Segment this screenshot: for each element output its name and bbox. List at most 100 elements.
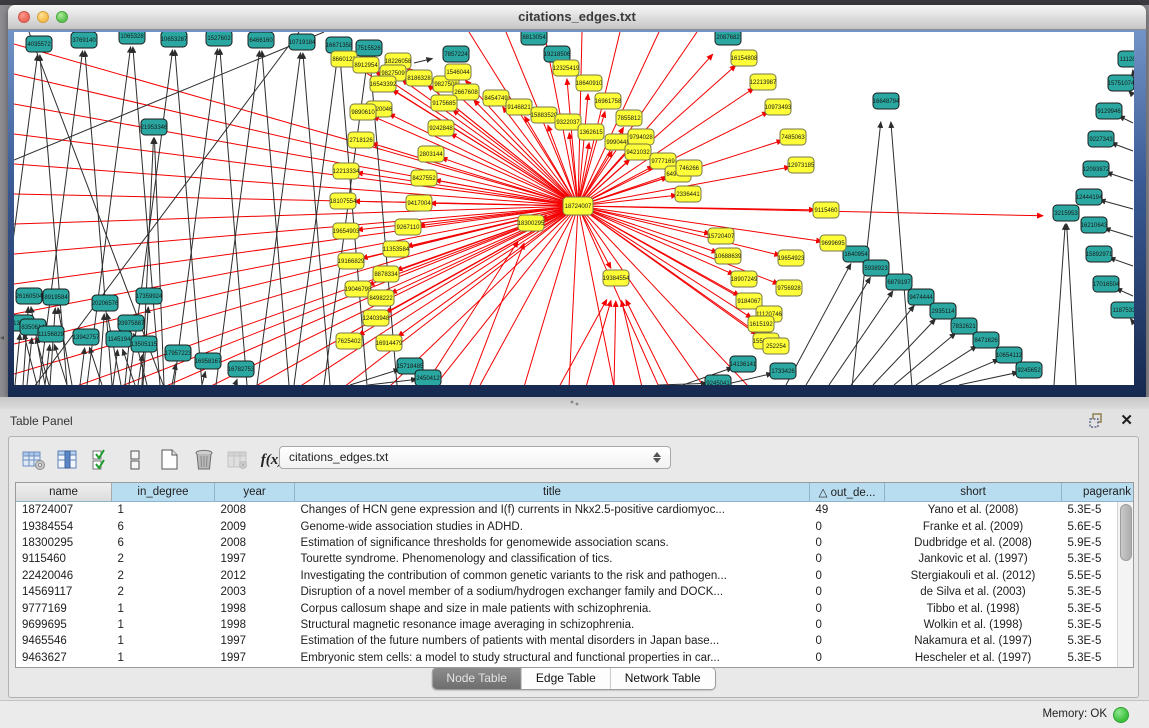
column-header-out-de-[interactable]: △ out_de... bbox=[810, 483, 885, 502]
graph-node[interactable]: 16210643 bbox=[1081, 217, 1108, 233]
graph-node[interactable]: 13505115 bbox=[131, 336, 158, 352]
graph-node[interactable]: 8454749 bbox=[483, 90, 509, 106]
graph-node[interactable]: 1145194 bbox=[106, 331, 132, 347]
graph-node[interactable]: 9474444 bbox=[908, 289, 934, 305]
panel-collapse-handle[interactable]: ◂ bbox=[0, 332, 6, 344]
graph-node[interactable]: 21953346 bbox=[141, 119, 168, 135]
graph-node[interactable]: 9699695 bbox=[820, 235, 846, 251]
column-header-title[interactable]: title bbox=[295, 483, 810, 502]
graph-node[interactable]: 8878334 bbox=[373, 266, 399, 282]
graph-node[interactable]: 16914479 bbox=[376, 335, 403, 351]
splitter-grip-icon[interactable] bbox=[570, 400, 580, 406]
graph-node[interactable]: 6466160 bbox=[248, 32, 274, 48]
graph-node[interactable]: 16782753 bbox=[228, 361, 255, 377]
graph-node[interactable]: 12213334 bbox=[333, 163, 360, 179]
table-row[interactable]: 2242004622012Investigating the contribut… bbox=[16, 568, 1134, 584]
graph-node[interactable]: 18107554 bbox=[330, 193, 357, 209]
graph-node[interactable]: 746266 bbox=[676, 160, 702, 176]
graph-node[interactable]: 18907249 bbox=[731, 271, 758, 287]
table-row[interactable]: 977716911998Corpus callosum shape and si… bbox=[16, 600, 1134, 616]
graph-node[interactable]: 1065328 bbox=[119, 32, 145, 44]
graph-node[interactable]: 8498222 bbox=[368, 290, 394, 306]
graph-node[interactable]: 8912954 bbox=[353, 57, 379, 73]
graph-node[interactable]: 8919584 bbox=[43, 289, 69, 305]
column-header-short[interactable]: short bbox=[885, 483, 1062, 502]
graph-node[interactable]: 1527602 bbox=[206, 32, 232, 46]
graph-node[interactable]: 6879197 bbox=[886, 274, 912, 290]
table-row[interactable]: 1456911722003Disruption of a novel membe… bbox=[16, 584, 1134, 600]
table-row[interactable]: 946362711997Embryonic stem cells: a mode… bbox=[16, 650, 1134, 666]
graph-node[interactable]: 9245041 bbox=[705, 375, 731, 385]
graph-node[interactable]: 9115460 bbox=[813, 202, 839, 218]
graph-node[interactable]: 7832621 bbox=[951, 318, 977, 334]
graph-node[interactable]: 9267110 bbox=[395, 219, 421, 235]
graph-node[interactable]: 8813054 bbox=[521, 32, 547, 45]
graph-node[interactable]: 1187533 bbox=[1111, 302, 1134, 318]
graph-node[interactable]: 5938923 bbox=[863, 260, 889, 276]
graph-node[interactable]: 15883520 bbox=[531, 107, 558, 123]
graph-node[interactable]: 12093872 bbox=[1083, 161, 1110, 177]
graph-node[interactable]: 1733426 bbox=[770, 363, 796, 379]
graph-node[interactable]: 8186328 bbox=[406, 70, 432, 86]
graph-node[interactable]: 7857224 bbox=[443, 46, 469, 62]
scrollbar-thumb[interactable] bbox=[1120, 504, 1132, 561]
table-vertical-scrollbar[interactable] bbox=[1117, 502, 1133, 667]
tab-node-table[interactable]: Node Table bbox=[432, 668, 522, 689]
new-table-icon[interactable] bbox=[155, 447, 185, 473]
graph-node[interactable]: 12213987 bbox=[750, 74, 777, 90]
graph-node[interactable]: 9421032 bbox=[625, 144, 651, 160]
citation-graph[interactable]: 4035572 3769140 1065328 10653287 1527602 6466… bbox=[14, 32, 1134, 385]
graph-node[interactable]: 19654903 bbox=[333, 223, 360, 239]
table-row[interactable]: 946554611997Estimation of the future num… bbox=[16, 633, 1134, 649]
table-row[interactable]: 911546021997Tourette syndrome. Phenomeno… bbox=[16, 551, 1134, 567]
graph-node[interactable]: 2450412 bbox=[415, 370, 441, 385]
graph-node[interactable]: 7515526 bbox=[356, 40, 382, 56]
graph-node[interactable]: 7485063 bbox=[780, 129, 806, 145]
tab-network-table[interactable]: Network Table bbox=[611, 668, 715, 689]
graph-node[interactable]: 3769140 bbox=[71, 32, 97, 48]
graph-node[interactable]: 14136141 bbox=[730, 356, 757, 372]
network-canvas[interactable]: 4035572 3769140 1065328 10653287 1527602 6466… bbox=[14, 32, 1134, 385]
column-visibility-icon[interactable] bbox=[53, 447, 83, 473]
graph-node[interactable]: 4035572 bbox=[26, 36, 52, 52]
graph-node[interactable]: 10719184 bbox=[289, 34, 316, 50]
float-panel-icon[interactable] bbox=[1089, 413, 1105, 429]
graph-node[interactable]: 9245652 bbox=[1016, 362, 1042, 378]
graph-node[interactable]: 10653287 bbox=[161, 32, 188, 47]
graph-node[interactable]: 12403948 bbox=[363, 310, 390, 326]
graph-node[interactable]: 3215953 bbox=[1053, 205, 1079, 221]
table-row[interactable]: 969969511998Structural magnetic resonanc… bbox=[16, 617, 1134, 633]
graph-node[interactable]: 17016504 bbox=[1093, 276, 1120, 292]
graph-node[interactable]: 18640910 bbox=[576, 75, 603, 91]
tab-edge-table[interactable]: Edge Table bbox=[522, 668, 611, 689]
table-row[interactable]: 1938455462009Genome-wide association stu… bbox=[16, 518, 1134, 534]
network-table-dropdown[interactable]: citations_edges.txt bbox=[279, 446, 671, 469]
graph-node[interactable]: 17957223 bbox=[165, 345, 192, 361]
graph-node[interactable]: 9322037 bbox=[555, 114, 581, 130]
graph-node[interactable]: 1362615 bbox=[578, 124, 604, 140]
graph-node[interactable]: 19384554 bbox=[603, 270, 630, 286]
graph-node[interactable]: 9794028 bbox=[628, 129, 654, 145]
graph-node[interactable]: 1112804 bbox=[1118, 51, 1134, 67]
graph-node[interactable]: 2803144 bbox=[418, 146, 444, 162]
graph-node[interactable]: 15720407 bbox=[708, 228, 735, 244]
graph-node[interactable]: 19654923 bbox=[778, 250, 805, 266]
memory-status-indicator[interactable] bbox=[1113, 707, 1129, 723]
graph-node[interactable]: 16961758 bbox=[595, 93, 622, 109]
graph-node[interactable]: 10688639 bbox=[715, 248, 742, 264]
graph-node[interactable]: 2718126 bbox=[348, 132, 374, 148]
graph-node[interactable]: 15892971 bbox=[1086, 246, 1113, 262]
graph-node[interactable]: 20206576 bbox=[92, 295, 119, 311]
graph-node[interactable]: 10973493 bbox=[765, 99, 792, 115]
graph-node[interactable]: 9242848 bbox=[428, 120, 454, 136]
graph-node[interactable]: 17359924 bbox=[136, 288, 163, 304]
graph-node[interactable]: 16154808 bbox=[731, 50, 758, 66]
graph-node[interactable]: 9756928 bbox=[776, 280, 802, 296]
graph-node[interactable]: 1546044 bbox=[445, 64, 471, 80]
graph-node[interactable]: 12973185 bbox=[788, 157, 815, 173]
graph-node[interactable]: 9175685 bbox=[431, 95, 457, 111]
graph-node[interactable]: 18724007 bbox=[563, 197, 593, 215]
graph-node[interactable]: 2336441 bbox=[675, 186, 701, 202]
graph-node[interactable]: 7855812 bbox=[616, 110, 642, 126]
horizontal-splitter[interactable] bbox=[0, 397, 1149, 409]
